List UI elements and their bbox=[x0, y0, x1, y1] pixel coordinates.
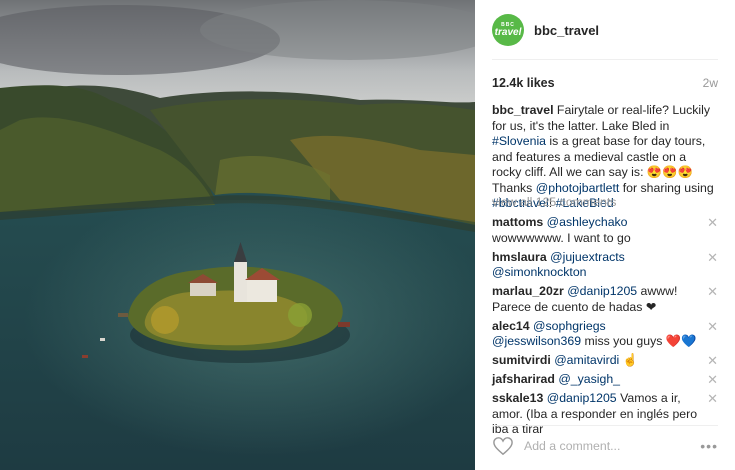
comment-username[interactable]: marlau_20zr bbox=[492, 284, 564, 298]
comment-text: miss you guys ❤️💙 bbox=[581, 334, 697, 348]
comment-item: sumitvirdi @amitavirdi ☝ ✕ bbox=[492, 353, 718, 369]
comment-item: mattoms @ashleychako wowwwwww. I want to… bbox=[492, 215, 718, 246]
likes-count[interactable]: 12.4k likes bbox=[492, 76, 555, 90]
avatar-logo-word: travel bbox=[494, 27, 522, 38]
comment-username[interactable]: mattoms bbox=[492, 215, 543, 229]
mention-link[interactable]: @simonknockton bbox=[492, 265, 587, 279]
view-all-comments-link[interactable]: view all 125 comments bbox=[492, 195, 616, 209]
avatar[interactable]: BBC travel bbox=[492, 14, 524, 46]
mention-link[interactable]: @danip1205 bbox=[547, 391, 617, 405]
comment-item: alec14 @sophgriegs @jesswilson369 miss y… bbox=[492, 319, 718, 350]
comment-item: hmslaura @jujuextracts @simonknockton ✕ bbox=[492, 250, 718, 281]
mention-link[interactable]: @danip1205 bbox=[567, 284, 637, 298]
comment-username[interactable]: sskale13 bbox=[492, 391, 543, 405]
close-icon[interactable]: ✕ bbox=[707, 250, 718, 265]
comment-text: wowwwwww. I want to go bbox=[492, 230, 631, 245]
add-comment-input[interactable]: Add a comment... bbox=[524, 439, 700, 453]
mention-link[interactable]: @ashleychako bbox=[547, 215, 628, 229]
mention-link[interactable]: @jesswilson369 bbox=[492, 334, 581, 348]
mention-link[interactable]: @jujuextracts bbox=[550, 250, 625, 264]
likes-row: 12.4k likes 2w bbox=[492, 72, 718, 94]
comment-text: ☝ bbox=[619, 353, 639, 367]
comment-username[interactable]: hmslaura bbox=[492, 250, 547, 264]
post-panel: BBC travel bbc_travel 12.4k likes 2w bbc… bbox=[475, 0, 735, 470]
post-photo[interactable] bbox=[0, 0, 475, 470]
mention-link[interactable]: @photojbartlett bbox=[536, 181, 620, 195]
caption-username[interactable]: bbc_travel bbox=[492, 103, 554, 117]
comment-username[interactable]: sumitvirdi bbox=[492, 353, 551, 367]
mention-link[interactable]: @_yasigh_ bbox=[558, 372, 620, 386]
close-icon[interactable]: ✕ bbox=[707, 284, 718, 299]
mention-link[interactable]: @amitavirdi bbox=[554, 353, 619, 367]
comment-username[interactable]: jafsharirad bbox=[492, 372, 555, 386]
lake-bled-photo bbox=[0, 0, 475, 470]
close-icon[interactable]: ✕ bbox=[707, 215, 718, 230]
mention-link[interactable]: @sophgriegs bbox=[533, 319, 606, 333]
close-icon[interactable]: ✕ bbox=[707, 372, 718, 387]
comment-username[interactable]: alec14 bbox=[492, 319, 530, 333]
comment-box-divider bbox=[492, 425, 718, 426]
add-comment-row: Add a comment... ••• bbox=[492, 431, 718, 461]
hashtag-link[interactable]: #Slovenia bbox=[492, 134, 546, 148]
post-age[interactable]: 2w bbox=[703, 76, 718, 90]
close-icon[interactable]: ✕ bbox=[707, 319, 718, 334]
comment-list: mattoms @ashleychako wowwwwww. I want to… bbox=[492, 215, 718, 441]
comment-item: marlau_20zr @danip1205 awww! Parece de c… bbox=[492, 284, 718, 315]
header-divider bbox=[492, 59, 718, 60]
comment-item: jafsharirad @_yasigh_ ✕ bbox=[492, 372, 718, 388]
caption-text: for sharing using bbox=[619, 180, 714, 195]
close-icon[interactable]: ✕ bbox=[707, 353, 718, 368]
more-options-icon[interactable]: ••• bbox=[700, 438, 718, 454]
close-icon[interactable]: ✕ bbox=[707, 391, 718, 406]
post-header: BBC travel bbc_travel bbox=[492, 12, 718, 48]
account-username[interactable]: bbc_travel bbox=[534, 23, 599, 38]
heart-icon[interactable] bbox=[492, 436, 514, 456]
